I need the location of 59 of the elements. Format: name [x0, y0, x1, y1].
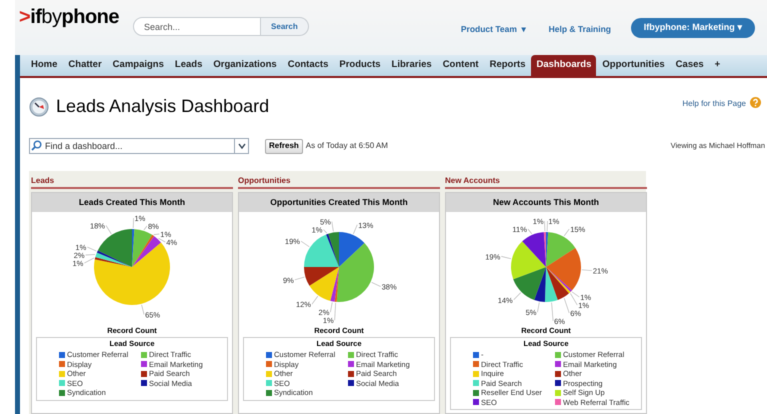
- card-title: New Accounts This Month: [446, 193, 646, 212]
- leader-line: [84, 258, 94, 264]
- caret-icon: [238, 143, 246, 149]
- logo: ifbyphone: [30, 6, 120, 28]
- header-link[interactable]: Product Team ▾: [460, 23, 527, 36]
- leader-line: [513, 292, 522, 300]
- search-button[interactable]: Search: [261, 17, 309, 36]
- card-title: Leads Created This Month: [32, 193, 232, 212]
- nav-tab[interactable]: Chatter: [63, 55, 107, 76]
- nav-tab[interactable]: Home: [26, 55, 62, 76]
- nav-tab[interactable]: Dashboards: [531, 55, 596, 76]
- leader-line: [144, 226, 148, 230]
- account-menu-button[interactable]: Ifbyphone: Marketing ▾: [631, 18, 755, 38]
- refresh-button[interactable]: Refresh: [265, 138, 303, 154]
- leader-line: [294, 276, 305, 280]
- leader-line: [528, 228, 532, 234]
- leader-line: [331, 221, 334, 232]
- search-field[interactable]: Search...: [133, 17, 262, 36]
- nav-tab[interactable]: Libraries: [386, 55, 437, 76]
- leader-line: [352, 224, 358, 234]
- leader-line: [500, 256, 512, 260]
- dashboard-finder-field[interactable]: Find a dashboard...: [29, 138, 235, 154]
- leader-line: [323, 229, 328, 234]
- leader-line: [106, 225, 112, 234]
- leader-line: [153, 234, 160, 235]
- nav-tab[interactable]: Reports: [484, 55, 530, 76]
- card-title: Opportunities Created This Month: [239, 193, 439, 212]
- leader-line: [312, 296, 318, 305]
- leader-line: [141, 304, 144, 315]
- nav-tab[interactable]: Contacts: [282, 55, 334, 76]
- dropdown-button[interactable]: [235, 138, 249, 154]
- help-link[interactable]: Help for this Page: [682, 98, 746, 110]
- leader-line: [582, 269, 592, 271]
- nav-tab[interactable]: Content: [438, 55, 484, 76]
- section-heading: Leads: [31, 176, 233, 189]
- search-icon: [31, 140, 42, 151]
- dashboard-gauge-icon: [29, 97, 49, 117]
- refresh-timestamp: As of Today at 6:50 AM: [306, 140, 388, 152]
- section-heading: New Accounts: [445, 176, 647, 189]
- leader-line: [158, 238, 166, 242]
- header-link[interactable]: Help & Training: [548, 23, 611, 36]
- leader-line: [537, 302, 540, 313]
- leader-line: [86, 246, 97, 252]
- logo-mark: >: [19, 6, 30, 28]
- nav-tab[interactable]: Organizations: [208, 55, 282, 76]
- nav-tab[interactable]: Products: [334, 55, 386, 76]
- leader-line: [300, 240, 310, 248]
- nav-tab[interactable]: Campaigns: [108, 55, 169, 76]
- page-title: Leads Analysis Dashboard: [56, 95, 270, 118]
- leader-line: [551, 302, 554, 322]
- leader-line: [132, 218, 134, 228]
- nav-tab[interactable]: Leads: [170, 55, 208, 76]
- leader-line: [564, 228, 570, 236]
- nav-tab[interactable]: Cases: [670, 55, 709, 76]
- nav-tab[interactable]: Opportunities: [597, 55, 670, 76]
- section-heading: Opportunities: [238, 176, 440, 189]
- nav-tab[interactable]: +: [710, 55, 726, 76]
- leader-line: [371, 282, 381, 287]
- leader-line: [85, 254, 96, 256]
